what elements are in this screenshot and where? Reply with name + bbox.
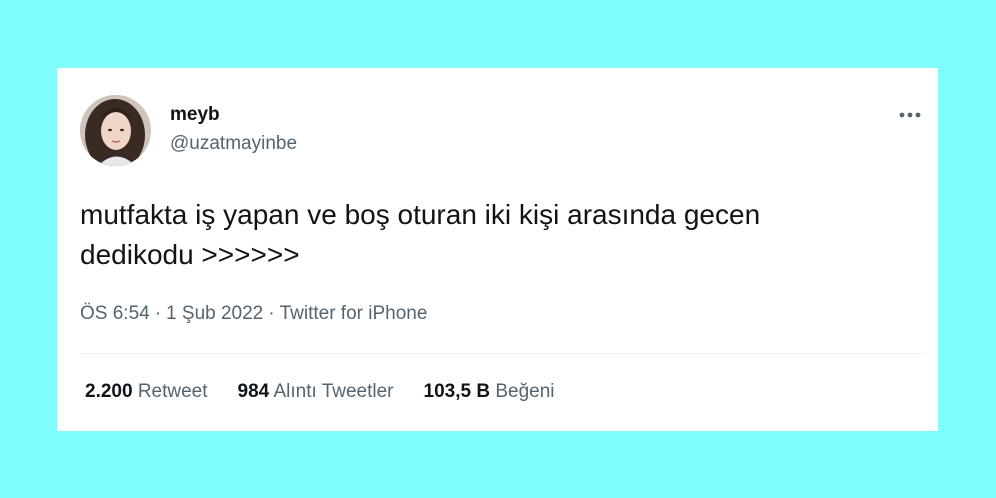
more-options-button[interactable] (895, 104, 925, 126)
divider (80, 353, 925, 354)
tweet-date[interactable]: 1 Şub 2022 (166, 303, 263, 324)
avatar[interactable] (80, 95, 151, 166)
likes-label: Beğeni (495, 381, 555, 402)
display-name[interactable]: meyb (170, 104, 220, 126)
tweet-time[interactable]: ÖS 6:54 (80, 303, 150, 324)
separator: · (268, 303, 275, 324)
user-handle[interactable]: @uzatmayinbe (170, 133, 297, 155)
tweet-card: meyb @uzatmayinbe mutfakta iş yapan ve b… (57, 68, 938, 431)
quotes-count: 984 (237, 381, 270, 402)
tweet-stats: 2.200 Retweet 984 Alıntı Tweetler 103,5 … (85, 380, 585, 404)
retweets-label: Retweet (137, 381, 208, 402)
retweets-stat[interactable]: 2.200 Retweet (85, 380, 208, 404)
tweet-text: mutfakta iş yapan ve boş oturan iki kişi… (80, 199, 761, 270)
more-horizontal-icon (899, 112, 921, 118)
quote-tweets-stat[interactable]: 984 Alıntı Tweetler (238, 380, 394, 404)
likes-stat[interactable]: 103,5 B Beğeni (424, 380, 555, 404)
quotes-label: Alıntı Tweetler (273, 381, 394, 402)
separator: · (154, 303, 162, 324)
tweet-meta: ÖS 6:54 · 1 Şub 2022 · Twitter for iPhone (80, 302, 427, 326)
tweet-source[interactable]: Twitter for iPhone (280, 303, 428, 324)
likes-count: 103,5 B (423, 381, 491, 402)
profile-photo (80, 95, 151, 166)
retweets-count: 2.200 (85, 381, 133, 402)
